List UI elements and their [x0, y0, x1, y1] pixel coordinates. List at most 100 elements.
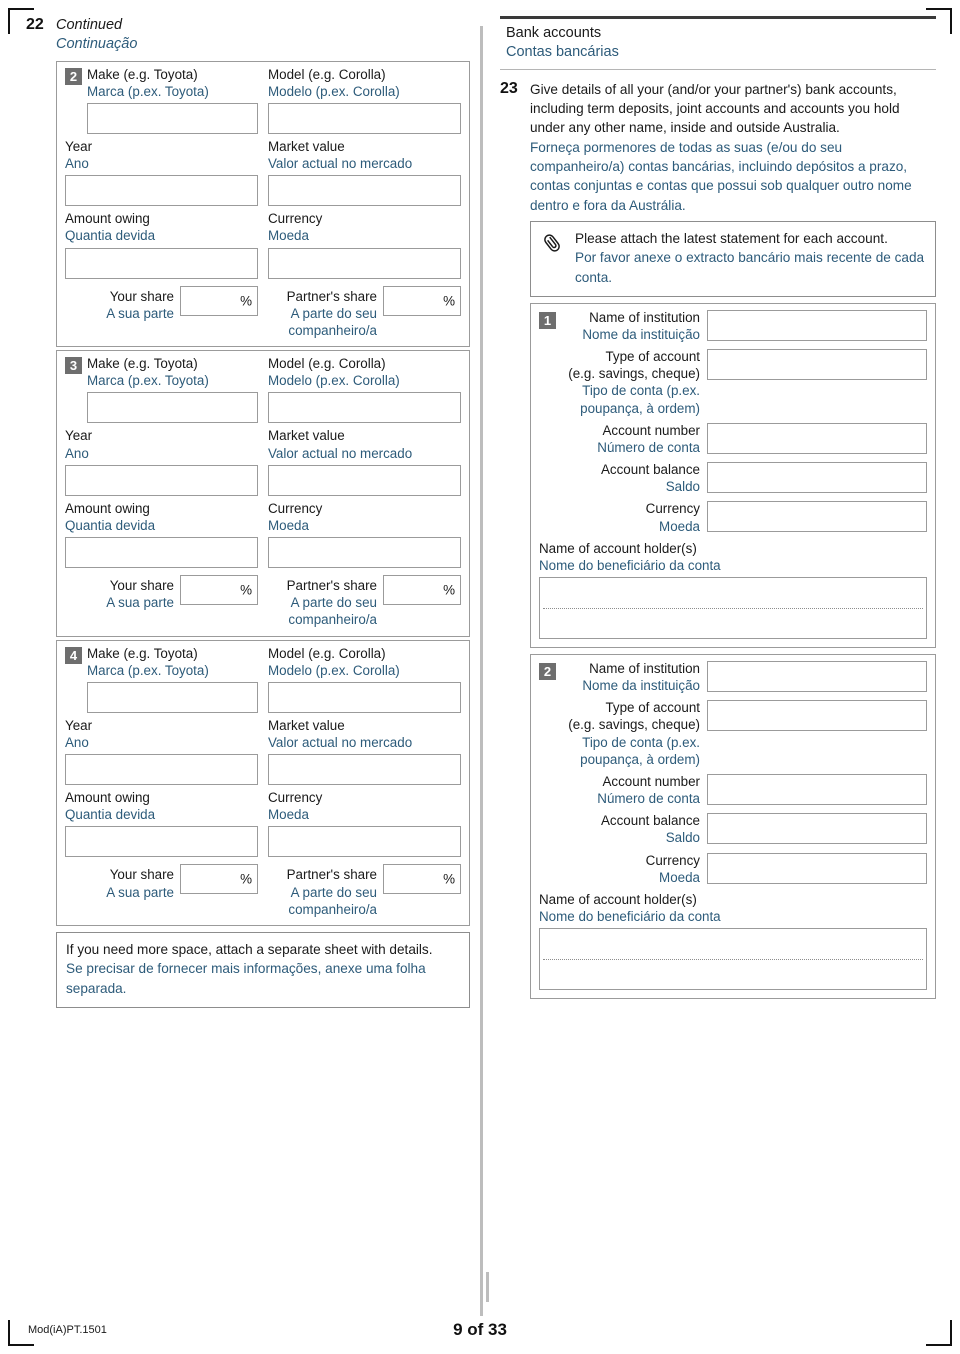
holder-name-input[interactable] [539, 577, 927, 639]
form-page: 22 Continued Continuação 2 Make (e.g. To… [0, 0, 960, 1354]
currency-label-pt: Moeda [268, 807, 309, 823]
account-balance-input[interactable] [707, 462, 927, 494]
year-input[interactable] [65, 464, 258, 496]
account-number-label-pt: Número de conta [597, 791, 700, 807]
account-currency-input[interactable] [707, 852, 927, 884]
paperclip-icon [540, 229, 566, 260]
amount-owing-label-pt: Quantia devida [65, 517, 156, 533]
amount-owing-input[interactable] [65, 247, 258, 279]
partner-share-input[interactable]: % [383, 285, 461, 316]
section-title-en: Bank accounts [506, 25, 602, 41]
make-input[interactable] [87, 681, 258, 713]
institution-input[interactable] [707, 309, 927, 341]
amount-owing-label-en: Amount owing [65, 500, 150, 516]
model-input[interactable] [268, 681, 461, 713]
continued-label-pt: Continuação [56, 35, 138, 52]
account-currency-input[interactable] [707, 501, 927, 533]
currency-label-en: Currency [268, 500, 323, 516]
amount-owing-input[interactable] [65, 537, 258, 569]
vehicle-block: 3 Make (e.g. Toyota) Marca (p.ex. Toyota… [56, 350, 470, 637]
question-22-heading: 22 Continued Continuação [26, 16, 470, 54]
holder-name-input[interactable] [539, 928, 927, 991]
currency-label-en: Currency [268, 790, 323, 806]
vehicle-badge: 3 [65, 357, 82, 375]
left-column: 22 Continued Continuação 2 Make (e.g. To… [26, 16, 470, 1008]
vehicle-badge: 2 [65, 67, 82, 85]
partner-share-input[interactable]: % [383, 575, 461, 606]
right-column: Bank accounts Contas bancárias 23 Give d… [500, 16, 936, 1000]
account-number-input[interactable] [707, 422, 927, 454]
make-label-en: Make (e.g. Toyota) [87, 645, 198, 661]
question-22-number: 22 [26, 16, 44, 33]
question-23: 23 Give details of all your (and/or your… [500, 80, 936, 215]
account-number-label-en: Account number [602, 773, 700, 789]
year-label-en: Year [65, 717, 93, 733]
currency-input[interactable] [268, 537, 461, 569]
holder-label-en: Name of account holder(s) [539, 891, 697, 907]
year-label-en: Year [65, 428, 93, 444]
amount-owing-label-pt: Quantia devida [65, 807, 156, 823]
make-input[interactable] [87, 103, 258, 134]
year-label-en: Year [65, 139, 93, 154]
partner-share-label-pt-line2: companheiro/a [288, 901, 377, 917]
section-title-pt: Contas bancárias [506, 44, 619, 61]
model-input[interactable] [268, 103, 461, 134]
model-input[interactable] [268, 392, 461, 424]
bank-account-block: 1 Name of institution Nome da instituiçã… [530, 302, 936, 648]
percent-symbol: % [240, 871, 252, 887]
vehicle-badge: 4 [65, 646, 82, 664]
partner-share-label-en: Partner's share [286, 288, 377, 304]
amount-owing-label-en: Amount owing [65, 211, 150, 227]
more-space-note-pt: Se precisar de fornecer mais informações… [66, 961, 426, 996]
account-badge: 1 [539, 311, 556, 329]
currency-input[interactable] [268, 826, 461, 858]
partner-share-label-pt-line2: companheiro/a [288, 322, 377, 338]
more-space-note: If you need more space, attach a separat… [56, 931, 470, 1008]
account-currency-label-pt: Moeda [659, 869, 700, 885]
account-balance-input[interactable] [707, 813, 927, 845]
attach-note-en: Please attach the latest statement for e… [575, 230, 888, 246]
amount-owing-input[interactable] [65, 826, 258, 858]
currency-label-pt: Moeda [268, 228, 309, 244]
account-currency-label-en: Currency [645, 501, 700, 517]
market-value-label-en: Market value [268, 428, 345, 444]
account-type-input[interactable] [707, 349, 927, 381]
question-23-number: 23 [500, 79, 518, 97]
section-rule-bottom [500, 68, 936, 70]
your-share-input[interactable]: % [180, 864, 258, 895]
market-value-label-en: Market value [268, 139, 345, 154]
holder-label-en: Name of account holder(s) [539, 540, 697, 556]
account-badge: 2 [539, 663, 556, 680]
percent-symbol: % [240, 582, 252, 598]
percent-symbol: % [443, 293, 455, 309]
model-label-en: Model (e.g. Corolla) [268, 645, 386, 661]
amount-owing-label-en: Amount owing [65, 790, 150, 806]
year-label-pt: Ano [65, 445, 89, 461]
account-number-input[interactable] [707, 773, 927, 805]
year-input[interactable] [65, 754, 258, 786]
partner-share-label-pt-line1: A parte do seu [290, 595, 377, 611]
market-value-input[interactable] [268, 754, 461, 786]
account-type-label-pt-line1: Tipo de conta (p.ex. [582, 734, 700, 750]
page-number: 9 of 33 [453, 1320, 507, 1339]
partner-share-label-pt-line1: A parte do seu [290, 884, 377, 900]
market-value-input[interactable] [268, 175, 461, 207]
percent-symbol: % [443, 871, 455, 887]
account-type-label-en-line2: (e.g. savings, cheque) [568, 366, 700, 382]
partner-share-input[interactable]: % [383, 864, 461, 895]
your-share-label-pt: A sua parte [106, 305, 174, 321]
institution-label-en: Name of institution [589, 309, 700, 325]
your-share-label-en: Your share [109, 867, 174, 883]
market-value-input[interactable] [268, 464, 461, 496]
account-type-input[interactable] [707, 700, 927, 732]
year-input[interactable] [65, 175, 258, 207]
institution-input[interactable] [707, 661, 927, 692]
account-number-label-en: Account number [602, 422, 700, 438]
your-share-input[interactable]: % [180, 575, 258, 606]
your-share-input[interactable]: % [180, 285, 258, 316]
make-input[interactable] [87, 392, 258, 424]
make-label-pt: Marca (p.ex. Toyota) [87, 662, 209, 678]
column-divider [480, 26, 483, 1316]
market-value-label-pt: Valor actual no mercado [268, 445, 413, 461]
currency-input[interactable] [268, 247, 461, 279]
